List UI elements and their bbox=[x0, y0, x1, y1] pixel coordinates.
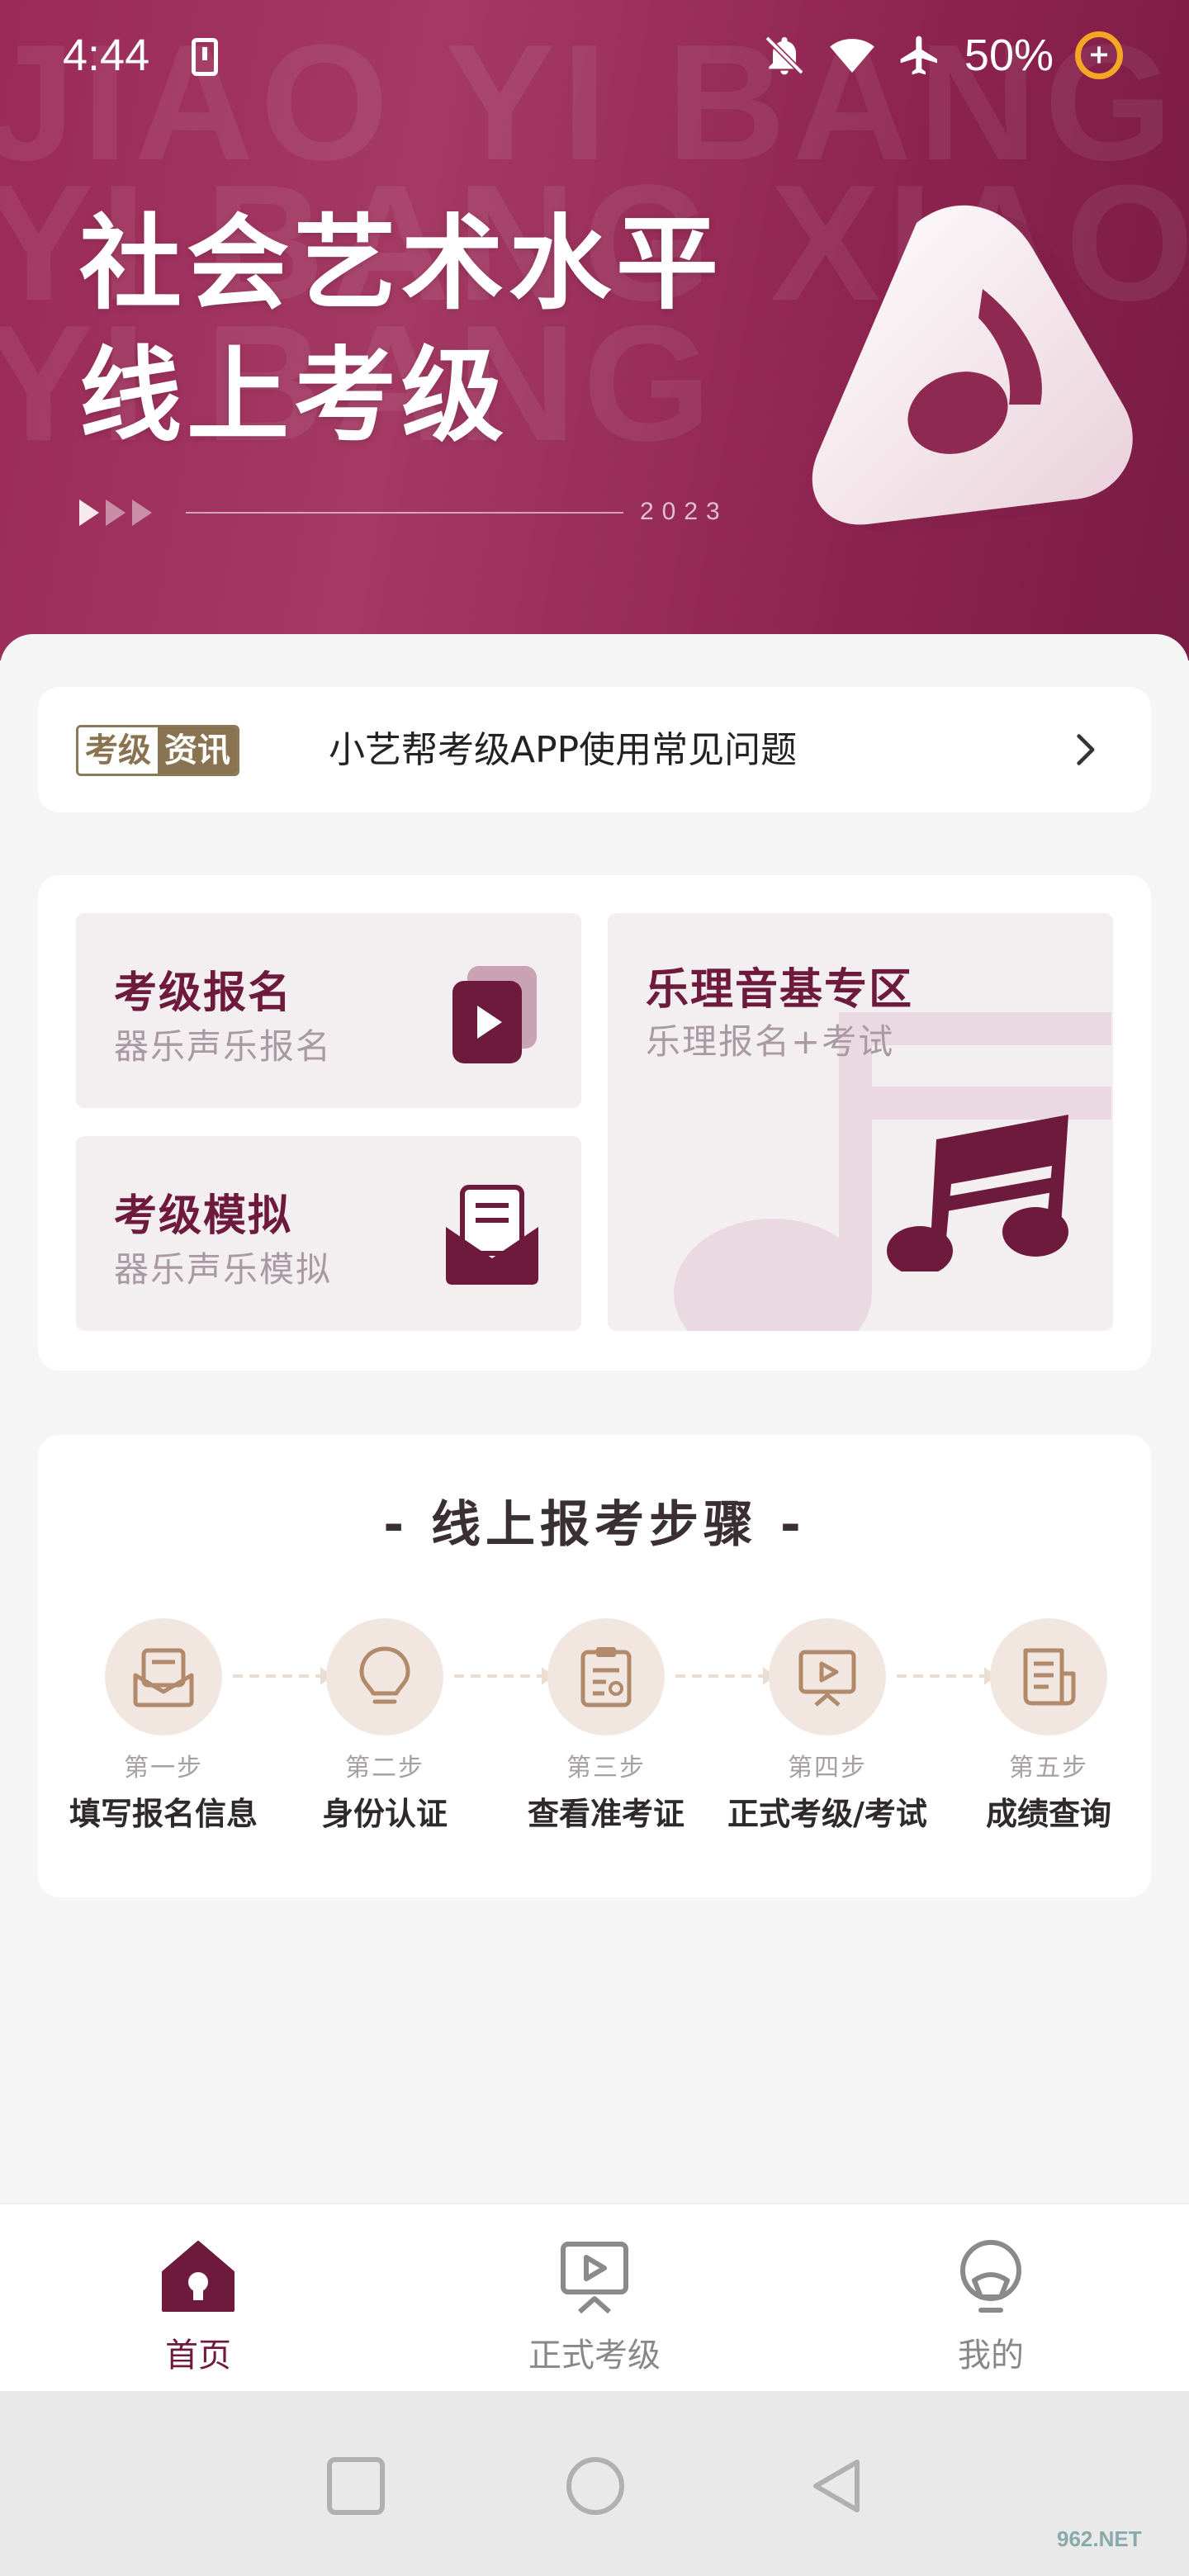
video-play-icon bbox=[798, 1650, 856, 1707]
step-number: 第三步 bbox=[566, 1754, 646, 1783]
step-number: 第二步 bbox=[345, 1754, 424, 1783]
hero-divider bbox=[186, 512, 623, 514]
hero-title: 社会艺术水平 线上考级 bbox=[79, 205, 724, 456]
step-label: 成绩查询 bbox=[985, 1796, 1111, 1832]
music-theory-title: 乐理音基专区 bbox=[646, 965, 914, 1015]
back-button[interactable] bbox=[808, 2457, 865, 2515]
music-theory-card[interactable]: 乐理音基专区 乐理报名+考试 bbox=[608, 913, 1113, 1331]
step-label: 身份认证 bbox=[321, 1796, 448, 1832]
download-notification-icon bbox=[192, 38, 218, 76]
home-icon bbox=[162, 2241, 234, 2312]
step-1: 第一步 填写报名信息 bbox=[56, 1618, 271, 1834]
news-headline[interactable]: 小艺帮考级APP使用常见问题 bbox=[329, 723, 797, 778]
envelope-icon bbox=[446, 1185, 538, 1285]
exam-mock-card[interactable]: 考级模拟 器乐声乐模拟 bbox=[76, 1136, 581, 1331]
tab-home[interactable]: 首页 bbox=[99, 2236, 297, 2376]
main-content bbox=[0, 634, 1189, 2203]
play-screen-icon bbox=[561, 2242, 628, 2314]
home-button[interactable] bbox=[566, 2457, 624, 2515]
exam-signup-title: 考级报名 bbox=[114, 968, 293, 1018]
video-cards-icon bbox=[452, 966, 537, 1063]
clipboard-icon bbox=[580, 1647, 632, 1707]
tab-mine-label: 我的 bbox=[958, 2337, 1024, 2375]
mail-icon bbox=[133, 1648, 194, 1707]
step-number: 第四步 bbox=[788, 1754, 867, 1783]
steps-title: - 线上报考步骤 - bbox=[383, 1496, 806, 1554]
step-number: 第五步 bbox=[1009, 1754, 1088, 1783]
signup-steps-panel: - 线上报考步骤 - 第一步 填写报名信息 第二步 身份认证 第三步 查看准考证… bbox=[38, 1435, 1151, 1897]
step-number: 第一步 bbox=[124, 1754, 203, 1783]
document-icon bbox=[1023, 1648, 1076, 1706]
airplane-icon bbox=[900, 36, 937, 75]
wifi-icon bbox=[830, 39, 874, 73]
system-navigation-bar: 962.NET bbox=[0, 2391, 1189, 2576]
exam-mock-subtitle: 器乐声乐模拟 bbox=[114, 1249, 333, 1290]
battery-saver-icon bbox=[1075, 31, 1123, 79]
site-watermark: 962.NET bbox=[1057, 2526, 1142, 2551]
status-time: 4:44 bbox=[63, 31, 150, 80]
music-note-icon bbox=[887, 1115, 1068, 1271]
bell-off-icon bbox=[765, 36, 804, 75]
step-3: 第三步 查看准考证 bbox=[499, 1618, 713, 1834]
app-logo-icon bbox=[812, 205, 1156, 533]
exam-signup-card[interactable]: 考级报名 器乐声乐报名 bbox=[76, 913, 581, 1108]
step-4: 第四步 正式考级/考试 bbox=[720, 1618, 935, 1834]
news-badge: 考级 资讯 bbox=[76, 725, 239, 776]
battery-percentage: 50% bbox=[964, 31, 1054, 80]
lightbulb-icon bbox=[359, 1646, 410, 1704]
hero-arrows-icon bbox=[79, 500, 152, 526]
recents-button[interactable] bbox=[327, 2457, 385, 2515]
feature-grid: 考级报名 器乐声乐报名 考级模拟 器乐声乐模拟 乐理音基专区 乐理报名+考试 bbox=[38, 875, 1151, 1371]
tab-formal-exam[interactable]: 正式考级 bbox=[495, 2236, 694, 2376]
hero-banner: JIAO YI BANG YI BANG XIAO YI YI BANG 4:4… bbox=[0, 0, 1189, 661]
step-5: 第五步 成绩查询 bbox=[941, 1618, 1156, 1834]
user-icon bbox=[960, 2240, 1021, 2313]
exam-mock-title: 考级模拟 bbox=[114, 1191, 293, 1241]
music-theory-subtitle: 乐理报名+考试 bbox=[646, 1021, 895, 1062]
news-banner[interactable]: 考级 资讯 小艺帮考级APP使用常见问题 bbox=[38, 687, 1151, 812]
step-2: 第二步 身份认证 bbox=[277, 1618, 492, 1834]
step-label: 填写报名信息 bbox=[69, 1796, 258, 1832]
bottom-tab-bar: 首页 正式考级 我的 bbox=[0, 2203, 1189, 2391]
tab-formal-exam-label: 正式考级 bbox=[528, 2337, 661, 2375]
hero-year: 2023 bbox=[640, 498, 728, 525]
status-bar: 4:44 50% bbox=[0, 0, 1189, 116]
tab-home-label: 首页 bbox=[165, 2337, 231, 2375]
tab-mine[interactable]: 我的 bbox=[892, 2236, 1090, 2376]
chevron-right-icon[interactable] bbox=[1067, 732, 1103, 768]
step-label: 正式考级/考试 bbox=[727, 1796, 927, 1832]
step-label: 查看准考证 bbox=[527, 1796, 685, 1832]
exam-signup-subtitle: 器乐声乐报名 bbox=[114, 1026, 333, 1067]
